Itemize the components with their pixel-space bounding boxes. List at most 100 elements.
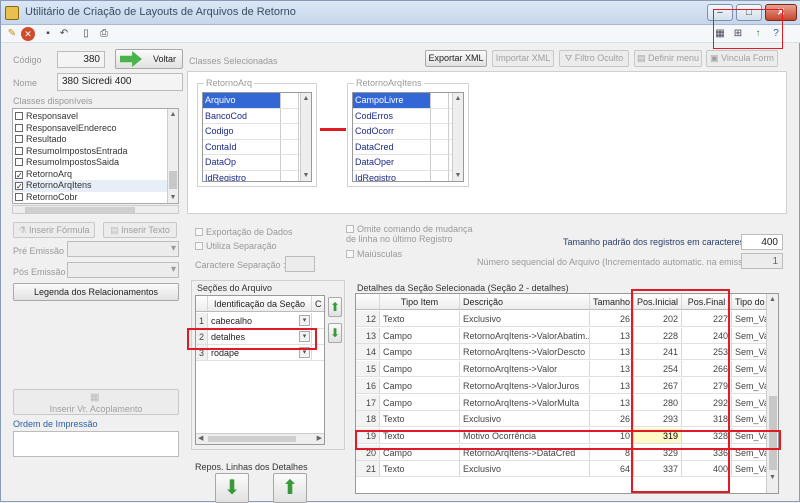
detalhes-cell-desc[interactable]: RetornoArqItens->ValorDescto: [460, 344, 590, 360]
retornoarq-scrollbar[interactable]: ▲ ▼: [300, 93, 311, 181]
secoes-hscrollbar[interactable]: ◀ ▶: [196, 433, 324, 444]
inserir-acoplamento-button[interactable]: ▦ Inserir Vr. Acoplamento: [13, 389, 179, 415]
scroll-down-icon[interactable]: ▼: [301, 170, 311, 181]
pos-emissao-select[interactable]: ▾: [67, 262, 179, 278]
grid-icon[interactable]: ▦: [713, 27, 727, 41]
detalhes-header-cell[interactable]: Descrição: [460, 294, 590, 309]
class-item[interactable]: ResponsavelEndereco: [13, 123, 178, 135]
field-row[interactable]: IdRegistro: [353, 170, 463, 181]
retornoarqitens-scrollbar[interactable]: ▲ ▼: [452, 93, 463, 181]
scroll-left-icon[interactable]: ◀: [198, 434, 203, 442]
detalhes-header-cell[interactable]: Tipo Item: [380, 294, 460, 309]
detalhes-cell-tam[interactable]: 26: [590, 311, 634, 326]
classes-list[interactable]: Responsavel ResponsavelEndereco Resultado R…: [12, 108, 179, 204]
checkbox-icon[interactable]: [15, 158, 23, 166]
chevron-down-icon[interactable]: ▾: [299, 347, 310, 358]
field-check-cell[interactable]: [431, 170, 449, 181]
detalhes-cell-fim[interactable]: 279: [682, 377, 732, 393]
detalhes-cell-fim[interactable]: 253: [682, 344, 732, 360]
secao-down-button[interactable]: ⬇: [328, 323, 342, 343]
numero-seq-field[interactable]: 1: [741, 253, 783, 269]
detalhes-cell-fim[interactable]: 328: [682, 427, 732, 443]
nome-field[interactable]: 380 Sicredi 400: [57, 73, 183, 91]
detalhes-cell-fim[interactable]: 336: [682, 444, 732, 460]
cancel-icon[interactable]: ✕: [21, 27, 35, 41]
detalhes-cell-desc[interactable]: Exclusivo: [460, 411, 590, 427]
detalhes-cell-desc[interactable]: Exclusivo: [460, 461, 590, 477]
scroll-down-icon[interactable]: ▼: [453, 170, 463, 181]
detalhes-cell-tipo[interactable]: Texto: [380, 427, 460, 443]
field-row[interactable]: BancoCod: [203, 108, 311, 124]
field-check-cell[interactable]: [281, 124, 299, 139]
detalhes-row[interactable]: 15 Campo RetornoArqItens->Valor 13 254 266 Sem…: [356, 361, 772, 378]
detalhes-cell-tipo[interactable]: Campo: [380, 344, 460, 360]
pre-emissao-select[interactable]: ▾: [67, 241, 179, 257]
codigo-field[interactable]: 380: [57, 51, 105, 68]
class-item[interactable]: Resultado: [13, 134, 178, 146]
field-row[interactable]: IdRegistro: [203, 170, 311, 181]
field-check-cell[interactable]: [281, 93, 299, 108]
print-icon[interactable]: ⎙: [97, 27, 111, 41]
checkbox-icon[interactable]: ✓: [15, 170, 23, 179]
detalhes-grid[interactable]: Tipo Item Descrição Tamanho Pos.Inicial Pos.…: [355, 293, 779, 494]
omite-comando-check[interactable]: Omite comando de mudança de linha no últ…: [346, 224, 476, 244]
detalhes-cell-tam[interactable]: 13: [590, 361, 634, 377]
field-check-cell[interactable]: [431, 124, 449, 139]
retornoarq-grid[interactable]: Arquivo BancoCod Codigo ContaId DataOp IdRegi…: [202, 92, 312, 182]
checkbox-icon[interactable]: [15, 146, 23, 155]
detalhes-cell-ini[interactable]: 329: [634, 444, 682, 460]
detalhes-row[interactable]: 14 Campo RetornoArqItens->ValorDescto 13 241…: [356, 344, 772, 361]
field-row[interactable]: CampoLivre: [353, 93, 463, 109]
detalhes-row[interactable]: 18 Texto Exclusivo 26 293 318 Sem_Val: [356, 411, 772, 428]
chevron-down-icon[interactable]: ▾: [299, 315, 310, 326]
checkbox-icon[interactable]: [15, 192, 23, 201]
detalhes-cell-tam[interactable]: 64: [590, 461, 634, 477]
scroll-down-icon[interactable]: ▼: [767, 472, 778, 483]
save-icon[interactable]: ▪: [41, 27, 55, 41]
detalhes-cell-ini[interactable]: 254: [634, 361, 682, 377]
detalhes-row[interactable]: 17 Campo RetornoArqItens->ValorMulta 13 280 2…: [356, 394, 772, 411]
scroll-up-icon[interactable]: ▲: [301, 93, 311, 104]
checkbox-icon[interactable]: ✓: [15, 182, 23, 191]
detalhes-cell-tipo[interactable]: Campo: [380, 394, 460, 410]
field-row[interactable]: DataOper: [353, 155, 463, 171]
detalhes-cell-tam[interactable]: 13: [590, 377, 634, 393]
retornoarqitens-grid[interactable]: CampoLivre CodErros CodOcorr DataCred DataOp…: [352, 92, 464, 182]
exportacao-dados-check[interactable]: Exportação de Dados: [195, 227, 293, 237]
class-item[interactable]: ResumoImpostosEntrada: [13, 146, 178, 158]
detalhes-row[interactable]: 20 Campo RetornoArqItens->DataCred 8 329 336 S…: [356, 444, 772, 461]
secao-row[interactable]: 2 detalhes ▾: [196, 329, 324, 345]
secao-name[interactable]: rodape: [208, 345, 312, 360]
inserir-texto-button[interactable]: ▤ Inserir Texto: [103, 222, 177, 238]
undo-icon[interactable]: ↶: [57, 27, 71, 41]
scroll-thumb[interactable]: [169, 171, 177, 189]
utiliza-separacao-check[interactable]: Utiliza Separação: [195, 241, 277, 251]
detalhes-cell-ini[interactable]: 202: [634, 311, 682, 326]
classes-scrollbar[interactable]: ▲ ▼: [167, 109, 178, 203]
detalhes-row[interactable]: 19 Texto Motivo Ocorrência 10 319 328 Sem_Val: [356, 427, 772, 444]
field-row[interactable]: DataCred: [353, 139, 463, 155]
detalhes-cell-desc[interactable]: RetornoArqItens->ValorMulta: [460, 394, 590, 410]
checkbox-icon[interactable]: [15, 135, 23, 143]
secao-row[interactable]: 3 rodape ▾: [196, 345, 324, 361]
detalhes-cell-fim[interactable]: 292: [682, 394, 732, 410]
detalhes-header-cell[interactable]: Pos.Inicial: [634, 294, 682, 309]
field-check-cell[interactable]: [431, 139, 449, 154]
repos-down-button[interactable]: ⬇: [215, 473, 249, 503]
detalhes-cell-desc[interactable]: RetornoArqItens->Valor: [460, 361, 590, 377]
detalhes-cell-ini[interactable]: 293: [634, 411, 682, 427]
detalhes-cell-tam[interactable]: 13: [590, 394, 634, 410]
voltar-button[interactable]: Voltar: [115, 49, 183, 69]
detalhes-cell-fim[interactable]: 400: [682, 461, 732, 477]
detalhes-header-cell[interactable]: [356, 294, 380, 309]
secoes-grid[interactable]: Identificação da Seção C 1 cabecalho ▾ 2 det…: [195, 295, 325, 445]
detalhes-header-cell[interactable]: Tamanho: [590, 294, 634, 309]
field-row[interactable]: CodErros: [353, 108, 463, 124]
detalhes-cell-ini[interactable]: 280: [634, 394, 682, 410]
detalhes-cell-ini[interactable]: 241: [634, 344, 682, 360]
caractere-separacao-field[interactable]: [285, 256, 315, 272]
field-check-cell[interactable]: [281, 139, 299, 154]
legenda-button[interactable]: Legenda dos Relacionamentos: [13, 283, 179, 301]
class-item[interactable]: Responsavel: [13, 111, 178, 123]
checkbox-icon[interactable]: [15, 112, 23, 120]
